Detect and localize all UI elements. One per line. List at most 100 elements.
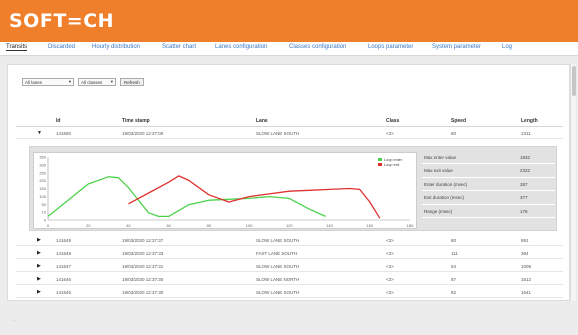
cell-time: 19/03/2020 12:37:00 xyxy=(122,131,164,136)
stat-value: 176 xyxy=(520,208,528,214)
column-header-time-stamp[interactable]: Time stamp xyxy=(122,118,150,124)
column-header-lane[interactable]: Lane xyxy=(256,118,268,124)
refresh-button[interactable]: Refresh xyxy=(120,78,144,86)
y-tick-label: 150 xyxy=(39,186,46,191)
cell-length: 891 xyxy=(521,238,529,243)
column-header-class[interactable]: Class xyxy=(386,118,399,124)
x-tick-label: 180 xyxy=(407,223,414,228)
table-row-expanded[interactable]: ▼ 141650 19/03/2020 12:37:00 SLOW LANE S… xyxy=(16,128,563,139)
collapse-arrow-icon[interactable]: ▼ xyxy=(37,130,42,136)
cell-id: 141647 xyxy=(56,264,72,269)
cell-lane: SLOW LANE SOUTH xyxy=(256,290,300,295)
cell-class: <3> xyxy=(386,238,394,243)
x-tick-label: 80 xyxy=(207,223,212,228)
cell-time: 19/03/2020 12:37:33 xyxy=(122,251,164,256)
y-tick-label: 0 xyxy=(44,218,47,223)
tab-log[interactable]: Log xyxy=(502,44,512,50)
tab-hourly-distribution[interactable]: Hourly distribution xyxy=(92,44,140,50)
table-row[interactable]: ▶ 141647 19/03/2020 12:37:31 SLOW LANE S… xyxy=(16,261,563,272)
cell-speed: 80 xyxy=(451,131,457,136)
expand-arrow-icon[interactable]: ▶ xyxy=(37,276,41,282)
tab-discarded[interactable]: Discarded xyxy=(48,44,75,50)
scrollbar-thumb[interactable] xyxy=(572,66,576,96)
cell-time: 19/03/2020 12:37:30 xyxy=(122,290,164,295)
chevron-down-icon: ▾ xyxy=(68,79,71,84)
stat-max-exit: Max exit value 2332 xyxy=(422,164,555,178)
table-row[interactable]: ▶ 141648 19/03/2020 12:37:33 FAST LANE S… xyxy=(16,248,563,259)
cell-class: <3> xyxy=(386,131,394,136)
table-header: Id Time stamp Lane Class Speed Length xyxy=(16,115,563,127)
stat-label: Exit duration (msec) xyxy=(424,195,465,201)
expand-arrow-icon[interactable]: ▶ xyxy=(37,289,41,295)
y-tick-label: 200 xyxy=(39,178,46,183)
cell-length: 1641 xyxy=(521,290,532,295)
tab-classes-configuration[interactable]: Classes configuration xyxy=(289,44,346,50)
column-header-id[interactable]: Id xyxy=(56,118,60,124)
table-row[interactable]: ▶ 141649 19/03/2020 12:37:37 SLOW LANE S… xyxy=(16,235,563,246)
tab-transits[interactable]: Transits xyxy=(6,44,28,51)
stat-label: Range (msec) xyxy=(424,208,453,214)
cell-length: 384 xyxy=(521,251,529,256)
y-tick-label: 10 xyxy=(42,210,47,215)
x-tick-label: 20 xyxy=(86,223,91,228)
x-tick-label: 100 xyxy=(246,223,253,228)
x-tick-label: 140 xyxy=(326,223,333,228)
y-tick-label: 100 xyxy=(39,194,46,199)
lanes-select-value: All lanes xyxy=(25,80,43,85)
series-line-loop-exit xyxy=(128,175,381,219)
table-row[interactable]: ▶ 141645 19/03/2020 12:37:30 SLOW LANE S… xyxy=(16,287,563,298)
lanes-select[interactable]: All lanes ▾ xyxy=(22,78,74,86)
expand-arrow-icon[interactable]: ▶ xyxy=(37,263,41,269)
stat-value: 377 xyxy=(520,195,528,201)
expand-arrow-icon[interactable]: ▶ xyxy=(37,237,41,243)
cell-class: <3> xyxy=(386,277,394,282)
cell-speed: 80 xyxy=(451,238,457,243)
cell-class: <3> xyxy=(386,264,394,269)
cell-id: 141648 xyxy=(56,251,72,256)
table-row[interactable]: ▶ 141646 19/03/2020 12:37:30 SLOW LANE N… xyxy=(16,274,563,285)
footer-text: · · · xyxy=(12,318,19,323)
stat-label: Max exit value xyxy=(424,168,453,174)
cell-length: 1009 xyxy=(521,264,532,269)
expand-arrow-icon[interactable]: ▶ xyxy=(37,250,41,256)
cell-id: 141650 xyxy=(56,131,72,136)
x-tick-label: 40 xyxy=(126,223,131,228)
stat-max-enter: Max enter value 1932 xyxy=(422,151,555,165)
cell-speed: 54 xyxy=(451,264,457,269)
chevron-down-icon: ▾ xyxy=(110,79,113,84)
legend-label: Loop enter xyxy=(384,158,403,162)
detail-stats: Max enter value 1932 Max exit value 2332… xyxy=(422,151,555,218)
y-tick-label: 50 xyxy=(42,202,47,207)
legend-label: Loop exit xyxy=(384,163,400,167)
cell-length: 1612 xyxy=(521,277,532,282)
column-header-length[interactable]: Length xyxy=(521,118,538,124)
tab-bar: Transits Discarded Hourly distribution S… xyxy=(0,42,578,56)
tab-scatter-chart[interactable]: Scatter chart xyxy=(162,44,196,50)
column-header-speed[interactable]: Speed xyxy=(451,118,466,124)
softech-logo: SOFT=CH xyxy=(9,10,115,32)
cell-lane: SLOW LANE SOUTH xyxy=(256,238,300,243)
cell-speed: 87 xyxy=(451,277,457,282)
cell-speed: 111 xyxy=(451,251,458,256)
transit-detail-panel: 0 10 50 100 150 200 250 300 350 0 20 40 60 80 100 120 14… xyxy=(29,146,557,231)
cell-time: 19/03/2020 12:37:31 xyxy=(122,264,164,269)
tab-loops-parameter[interactable]: Loops parameter xyxy=(368,44,413,50)
cell-id: 141645 xyxy=(56,290,72,295)
cell-speed: 82 xyxy=(451,290,457,295)
cell-lane: SLOW LANE SOUTH xyxy=(256,264,300,269)
cell-class: <3> xyxy=(386,290,394,295)
legend-swatch xyxy=(378,163,382,166)
tab-system-parameter[interactable]: System parameter xyxy=(432,44,481,50)
stat-value: 2332 xyxy=(520,168,531,174)
loop-signal-chart: 0 10 50 100 150 200 250 300 350 0 20 40 60 80 100 120 14… xyxy=(33,152,417,229)
y-tick-label: 250 xyxy=(39,170,46,175)
stat-value: 387 xyxy=(520,181,528,187)
cell-time: 19/03/2020 12:37:30 xyxy=(122,277,164,282)
cell-lane: FAST LANE SOUTH xyxy=(256,251,298,256)
tab-lanes-configuration[interactable]: Lanes configuration xyxy=(215,44,267,50)
classes-select[interactable]: All classes ▾ xyxy=(78,78,116,86)
classes-select-value: All classes xyxy=(81,80,103,85)
vertical-scrollbar[interactable] xyxy=(570,64,576,301)
y-tick-label: 350 xyxy=(39,155,46,160)
header-bar: SOFT=CH xyxy=(0,0,578,42)
